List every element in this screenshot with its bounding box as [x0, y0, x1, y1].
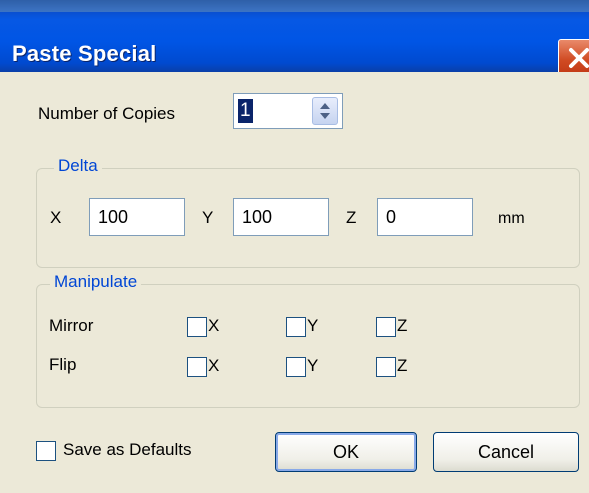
save-defaults-label[interactable]: Save as Defaults: [63, 440, 192, 460]
save-defaults-checkbox[interactable]: [36, 441, 56, 461]
delta-y-label: Y: [202, 208, 214, 227]
window-title: Paste Special: [12, 41, 157, 66]
copies-label: Number of Copies: [38, 104, 176, 123]
delta-y-input[interactable]: 100: [233, 198, 329, 236]
manipulate-group: [36, 284, 580, 408]
delta-z-input[interactable]: 0: [377, 198, 473, 236]
close-icon: [569, 48, 589, 68]
delta-group-title: Delta: [54, 156, 102, 176]
delta-x-label: X: [50, 208, 62, 227]
flip-y-checkbox[interactable]: [286, 357, 306, 377]
mirror-y-label: Y: [307, 316, 319, 335]
flip-x-checkbox[interactable]: [187, 357, 207, 377]
flip-z-label: Z: [397, 356, 408, 375]
flip-y-label: Y: [307, 356, 319, 375]
mirror-z-label: Z: [397, 316, 408, 335]
delta-z-label: Z: [346, 208, 357, 227]
flip-z-checkbox[interactable]: [376, 357, 396, 377]
mirror-y-checkbox[interactable]: [286, 317, 306, 337]
mirror-x-label: X: [208, 316, 220, 335]
mirror-z-checkbox[interactable]: [376, 317, 396, 337]
delta-x-input[interactable]: 100: [89, 198, 185, 236]
copies-value[interactable]: 1: [238, 99, 253, 123]
copies-spinner[interactable]: 1: [233, 93, 343, 129]
mirror-x-checkbox[interactable]: [187, 317, 207, 337]
manipulate-group-title: Manipulate: [50, 272, 142, 292]
ok-button[interactable]: OK: [275, 432, 417, 472]
parent-window-strip: [0, 0, 589, 12]
flip-x-label: X: [208, 356, 220, 375]
copies-spin-button[interactable]: [312, 97, 338, 125]
flip-label: Flip: [49, 355, 77, 374]
cancel-button[interactable]: Cancel: [433, 432, 579, 472]
mirror-label: Mirror: [49, 316, 94, 335]
delta-unit-label: mm: [498, 210, 525, 227]
close-button[interactable]: [558, 39, 589, 75]
spin-up-icon[interactable]: [320, 103, 330, 109]
title-bar[interactable]: Paste Special: [0, 12, 589, 75]
spin-down-icon[interactable]: [320, 113, 330, 119]
